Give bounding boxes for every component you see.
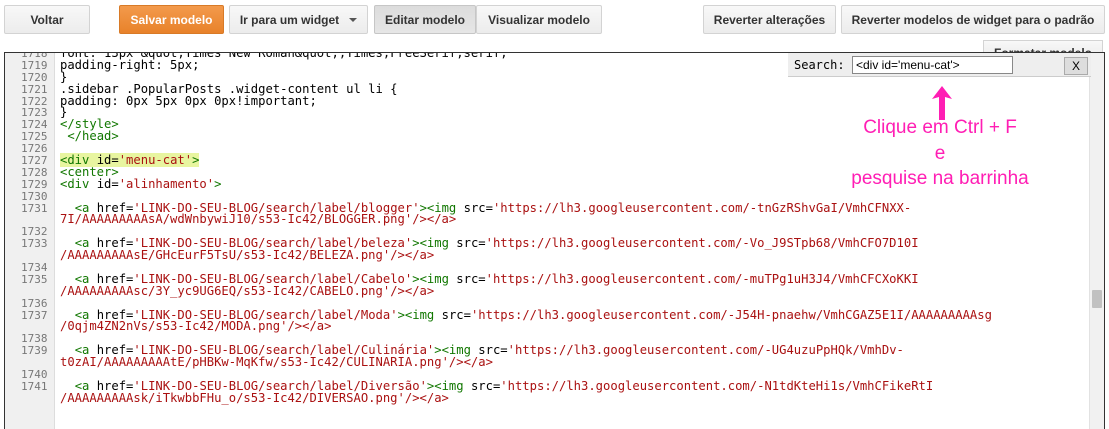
line-code: /AAAAAAAAAsc/3Y_yc9UG6EQ/s53-Ic42/CABELO…: [60, 283, 435, 298]
arrow-up-icon: [932, 86, 952, 120]
code-line: /AAAAAAAAAsk/iTkwbbFHu_o/s53-Ic42/DIVERS…: [5, 390, 1090, 405]
ir-para-widget-label: Ir para um widget: [239, 12, 340, 27]
code-line: 1722 padding: 0px 5px 0px 0px!important;: [5, 93, 1090, 108]
reverter-widgets-button[interactable]: Reverter modelos de widget para o padrão: [841, 5, 1105, 34]
reverter-alteracoes-button[interactable]: Reverter alterações: [703, 5, 836, 34]
code-line: /AAAAAAAAAsE/GHcEurF5TsU/s53-Ic42/BELEZA…: [5, 248, 1090, 263]
scrollbar-thumb[interactable]: [1092, 290, 1102, 308]
line-number: 1719: [21, 58, 48, 72]
line-code: t0zAI/AAAAAAAAAtE/pHBKw-MqKfw/s53-Ic42/C…: [60, 355, 493, 370]
line-code: padding-right: 5px;: [60, 57, 200, 72]
visualizar-modelo-button[interactable]: Visualizar modelo: [476, 5, 602, 34]
line-number: [5, 393, 55, 405]
line-number: 1736: [21, 296, 48, 310]
search-input[interactable]: [852, 56, 1013, 74]
code-lines: 1718 font: 13px &quot;Times New Roman&quo…: [5, 53, 1090, 405]
line-code: </head>: [67, 129, 119, 144]
line-number: 1721: [21, 82, 48, 96]
line-number: 1733: [21, 237, 48, 251]
line-number: 1720: [21, 70, 48, 84]
line-code: padding: 0px 5px 0px 0px!important;: [60, 93, 317, 108]
code-line: t0zAI/AAAAAAAAAtE/pHBKw-MqKfw/s53-Ic42/C…: [5, 355, 1090, 370]
line-number: [5, 286, 55, 298]
annotation-line-1: Clique em Ctrl + F: [863, 117, 1017, 138]
line-number: 1729: [21, 177, 48, 191]
line-number: 1730: [21, 189, 48, 203]
editar-modelo-button[interactable]: Editar modelo: [374, 5, 476, 34]
line-number: 1739: [21, 344, 48, 358]
search-close-button[interactable]: X: [1064, 57, 1088, 75]
line-code: <div id='alinhamento'>: [60, 176, 222, 191]
line-code: 7I/AAAAAAAAAsA/wdWnbywiJ10/s53-Ic42/BLOG…: [60, 212, 457, 227]
line-code: /AAAAAAAAAsk/iTkwbbFHu_o/s53-Ic42/DIVERS…: [60, 390, 449, 405]
code-line: /0qjm4ZN2nVs/s53-Ic42/MODA.png'/></a>: [5, 319, 1090, 334]
annotation-line-2: e: [934, 143, 946, 164]
search-bar: Search: X: [788, 53, 1091, 77]
annotation-line-3: pesquise na barrinha: [851, 168, 1029, 189]
vertical-scrollbar[interactable]: [1089, 53, 1104, 429]
editor-toolbar: Voltar Salvar modelo Ir para um widget E…: [0, 0, 1109, 52]
line-number: 1741: [21, 379, 48, 393]
line-number: 1731: [21, 201, 48, 215]
search-label: Search:: [794, 58, 845, 72]
line-number: 1735: [21, 272, 48, 286]
ir-para-widget-dropdown[interactable]: Ir para um widget: [229, 5, 368, 34]
line-number: 1728: [21, 165, 48, 179]
line-number: 1737: [21, 308, 48, 322]
line-code: /AAAAAAAAAsE/GHcEurF5TsU/s53-Ic42/BELEZA…: [60, 248, 435, 263]
salvar-modelo-button[interactable]: Salvar modelo: [119, 5, 224, 34]
line-code: /0qjm4ZN2nVs/s53-Ic42/MODA.png'/></a>: [60, 319, 332, 334]
voltar-button[interactable]: Voltar: [4, 5, 90, 34]
chevron-down-icon: [349, 17, 358, 22]
code-line: 7I/AAAAAAAAAsA/wdWnbywiJ10/s53-Ic42/BLOG…: [5, 212, 1090, 227]
code-line: /AAAAAAAAAsc/3Y_yc9UG6EQ/s53-Ic42/CABELO…: [5, 283, 1090, 298]
